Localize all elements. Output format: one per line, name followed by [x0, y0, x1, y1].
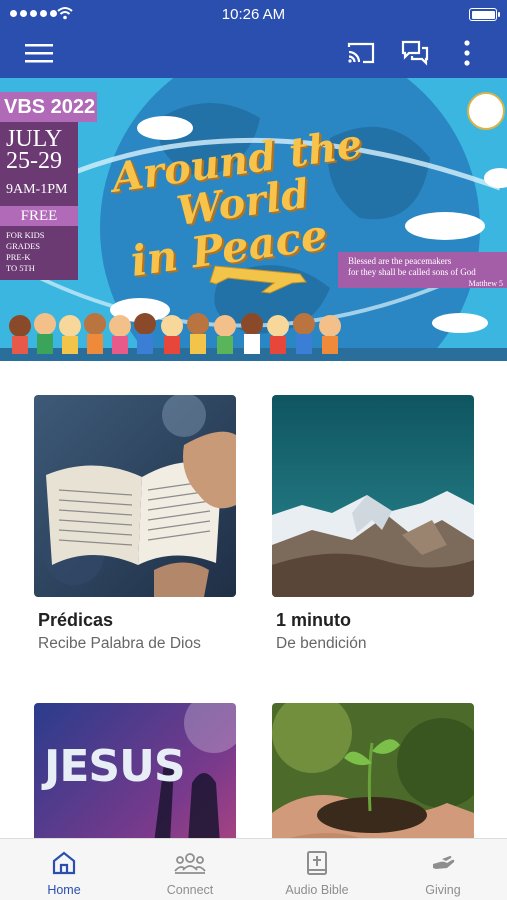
- vbs-info-panel: JULY 25-29 9AM-1PM FREE FOR KIDS GRADES …: [0, 122, 78, 280]
- app-bar: [0, 28, 507, 78]
- vbs-time: 9AM-1PM: [6, 182, 68, 197]
- group-icon: [174, 853, 206, 874]
- more-vertical-icon[interactable]: [452, 36, 482, 70]
- tab-label: Home: [47, 883, 81, 897]
- tab-audio-bible[interactable]: Audio Bible: [254, 839, 380, 900]
- card-subtitle: De bendición: [276, 635, 367, 652]
- verse-reference: Matthew 5: [468, 279, 503, 288]
- battery-icon: [469, 8, 500, 21]
- tab-giving[interactable]: Giving: [380, 839, 506, 900]
- status-bar: 10:26 AM: [0, 0, 507, 28]
- vbs-event-label: VBS 2022: [0, 92, 97, 122]
- bible-icon: [307, 851, 327, 875]
- bottom-tab-bar: Home Connect Audio Bible Giving: [0, 838, 507, 900]
- card-predicas[interactable]: Prédicas Recibe Palabra de Dios: [34, 395, 236, 653]
- tab-connect[interactable]: Connect: [127, 839, 253, 900]
- verse-text: Blessed are the peacemakers for they sha…: [348, 256, 476, 277]
- card-image-bible: [34, 395, 236, 597]
- church-seal-logo: [467, 92, 505, 130]
- tab-label: Giving: [425, 883, 461, 897]
- hamburger-menu-icon[interactable]: [18, 36, 60, 70]
- giving-hand-icon: [433, 856, 455, 869]
- jesus-image-text: JESUS: [44, 741, 186, 792]
- card-1-minuto[interactable]: 1 minuto De bendición: [272, 395, 474, 653]
- vbs-banner[interactable]: VBS 2022 JULY 25-29 9AM-1PM FREE FOR KID…: [0, 78, 507, 361]
- tab-label: Audio Bible: [285, 883, 349, 897]
- card-title: 1 minuto: [276, 610, 351, 630]
- tab-home[interactable]: Home: [1, 839, 127, 900]
- bible-verse: Blessed are the peacemakers for they sha…: [338, 252, 507, 288]
- card-title: Prédicas: [38, 610, 114, 630]
- chat-bubbles-icon[interactable]: [394, 36, 436, 70]
- tab-label: Connect: [166, 883, 214, 897]
- vbs-date: JULY 25-29: [6, 126, 62, 174]
- status-time: 10:26 AM: [221, 6, 286, 23]
- cast-icon[interactable]: [340, 36, 382, 70]
- vbs-price: FREE: [0, 206, 78, 226]
- home-icon: [52, 851, 76, 875]
- vbs-audience: FOR KIDS GRADES PRE-K TO 5TH: [6, 230, 45, 273]
- card-subtitle: Recibe Palabra de Dios: [38, 635, 201, 652]
- card-image-mountains: [272, 395, 474, 597]
